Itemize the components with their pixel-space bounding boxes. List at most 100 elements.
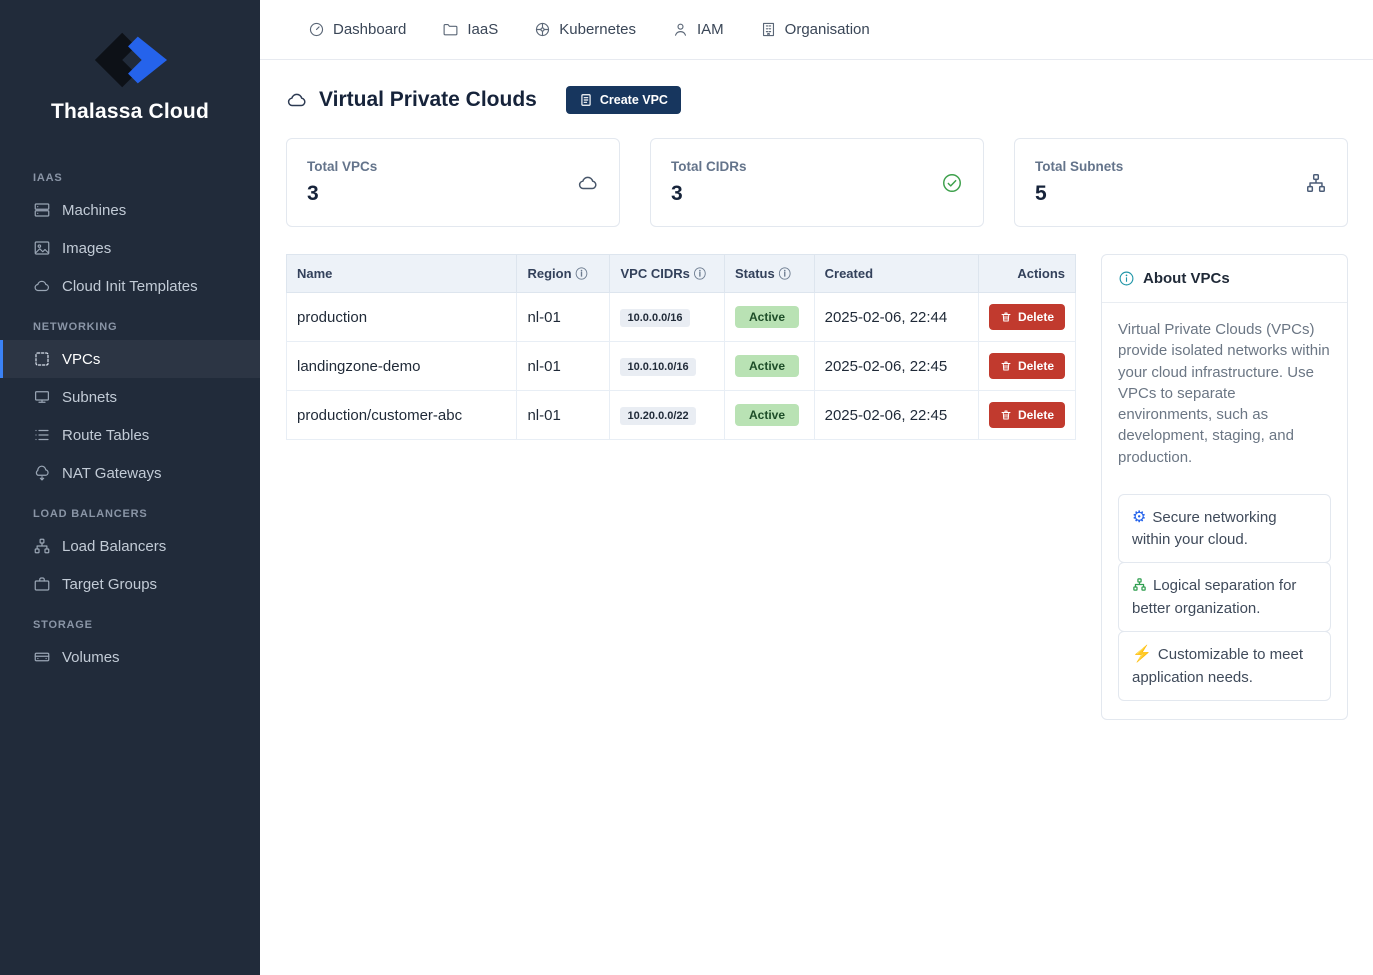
subnets-icon [33,388,51,406]
stat-card-total-vpcs: Total VPCs 3 [286,138,620,227]
sidebar-item-images[interactable]: Images [0,229,260,267]
sidebar-item-label: Subnets [62,389,117,406]
vpc-icon [33,350,51,368]
brand-name: Thalassa Cloud [0,100,260,124]
vpc-table-wrap: Name Regionⓘ VPC CIDRsⓘ Statusⓘ Created … [286,254,1076,440]
nav-item-dashboard[interactable]: Dashboard [294,13,420,46]
building-icon [760,21,777,38]
sidebar-item-cloud-init-templates[interactable]: Cloud Init Templates [0,267,260,305]
sidebar: Thalassa Cloud IAAS Machines Images Clou… [0,0,260,975]
table-header-row: Name Regionⓘ VPC CIDRsⓘ Statusⓘ Created … [287,255,1076,293]
route-tables-icon [33,426,51,444]
table-row: production/customer-abc nl-01 10.20.0.0/… [287,391,1076,440]
sidebar-item-label: NAT Gateways [62,465,161,482]
trash-icon [1000,311,1012,323]
vpc-status-cell: Active [725,342,815,391]
sidebar-item-machines[interactable]: Machines [0,191,260,229]
sidebar-item-vpcs[interactable]: VPCs [0,340,260,378]
delete-button[interactable]: Delete [989,402,1065,428]
col-header-cidrs: VPC CIDRsⓘ [610,255,725,293]
feature-secure-networking: ⚙Secure networking within your cloud. [1118,494,1331,563]
nav-item-label: Organisation [785,21,870,38]
nav-item-label: Dashboard [333,21,406,38]
network-icon [1305,172,1327,194]
sidebar-item-load-balancers[interactable]: Load Balancers [0,527,260,565]
vpc-cidr-cell: 10.0.0.0/16 [610,293,725,342]
status-badge: Active [735,355,799,377]
cidr-badge: 10.20.0.0/22 [620,407,695,425]
create-vpc-label: Create VPC [600,93,668,107]
user-icon [672,21,689,38]
cidr-badge: 10.0.10.0/16 [620,358,695,376]
col-header-region: Regionⓘ [517,255,610,293]
briefcase-icon [33,575,51,593]
vpc-status-cell: Active [725,391,815,440]
server-icon [33,201,51,219]
volume-icon [33,648,51,666]
section-label-storage: STORAGE [0,603,260,638]
vpc-cidr-cell: 10.0.10.0/16 [610,342,725,391]
main-area: Dashboard IaaS Kubernetes IAM Organisati… [260,0,1373,975]
sidebar-item-nat-gateways[interactable]: NAT Gateways [0,454,260,492]
sidebar-item-label: Route Tables [62,427,149,444]
nav-item-label: IaaS [467,21,498,38]
col-header-actions: Actions [978,255,1075,293]
sidebar-item-label: Images [62,240,111,257]
col-header-status: Statusⓘ [725,255,815,293]
nav-item-label: IAM [697,21,724,38]
section-label-load-balancers: LOAD BALANCERS [0,492,260,527]
nav-item-kubernetes[interactable]: Kubernetes [520,13,650,46]
info-icon[interactable]: ⓘ [779,267,791,281]
sidebar-item-volumes[interactable]: Volumes [0,638,260,676]
nav-item-label: Kubernetes [559,21,636,38]
vpc-status-cell: Active [725,293,815,342]
about-description: Virtual Private Clouds (VPCs) provide is… [1118,319,1331,468]
stat-value: 3 [671,182,747,206]
cloud-icon [577,172,599,194]
page-title: Virtual Private Clouds [319,88,537,112]
vpc-region: nl-01 [517,342,610,391]
page-header: Virtual Private Clouds Create VPC [286,86,1348,114]
table-row: landingzone-demo nl-01 10.0.10.0/16 Acti… [287,342,1076,391]
delete-button[interactable]: Delete [989,304,1065,330]
vpc-region: nl-01 [517,293,610,342]
info-icon[interactable]: ⓘ [576,267,588,281]
vpc-name-link[interactable]: production [287,293,517,342]
vpc-created: 2025-02-06, 22:45 [814,391,978,440]
vpc-created: 2025-02-06, 22:44 [814,293,978,342]
vpc-region: nl-01 [517,391,610,440]
lightning-icon: ⚡ [1132,646,1152,663]
top-navbar: Dashboard IaaS Kubernetes IAM Organisati… [260,0,1373,60]
sidebar-item-label: Volumes [62,649,120,666]
info-icon[interactable]: ⓘ [694,267,706,281]
about-panel-header: About VPCs [1102,255,1347,303]
sidebar-item-target-groups[interactable]: Target Groups [0,565,260,603]
create-vpc-button[interactable]: Create VPC [566,86,681,114]
vpc-actions-cell: Delete [978,391,1075,440]
vpc-cidr-cell: 10.20.0.0/22 [610,391,725,440]
vpc-actions-cell: Delete [978,293,1075,342]
col-header-created: Created [814,255,978,293]
status-badge: Active [735,306,799,328]
section-label-iaas: IAAS [0,156,260,191]
vpc-name-link[interactable]: landingzone-demo [287,342,517,391]
nav-item-iaas[interactable]: IaaS [428,13,512,46]
about-vpcs-panel: About VPCs Virtual Private Clouds (VPCs)… [1101,254,1348,720]
stat-card-total-cidrs: Total CIDRs 3 [650,138,984,227]
delete-button[interactable]: Delete [989,353,1065,379]
nav-item-organisation[interactable]: Organisation [746,13,884,46]
col-header-name: Name [287,255,517,293]
sidebar-item-route-tables[interactable]: Route Tables [0,416,260,454]
page-content: Virtual Private Clouds Create VPC Total … [260,60,1373,720]
sidebar-item-subnets[interactable]: Subnets [0,378,260,416]
thalassa-logo-icon [91,32,169,88]
dashboard-icon [308,21,325,38]
folder-icon [442,21,459,38]
vpc-name-link[interactable]: production/customer-abc [287,391,517,440]
about-panel-body: Virtual Private Clouds (VPCs) provide is… [1102,303,1347,719]
vpc-created: 2025-02-06, 22:45 [814,342,978,391]
sidebar-item-label: Cloud Init Templates [62,278,198,295]
nav-item-iam[interactable]: IAM [658,13,738,46]
brand-logo [0,0,260,88]
stat-card-total-subnets: Total Subnets 5 [1014,138,1348,227]
